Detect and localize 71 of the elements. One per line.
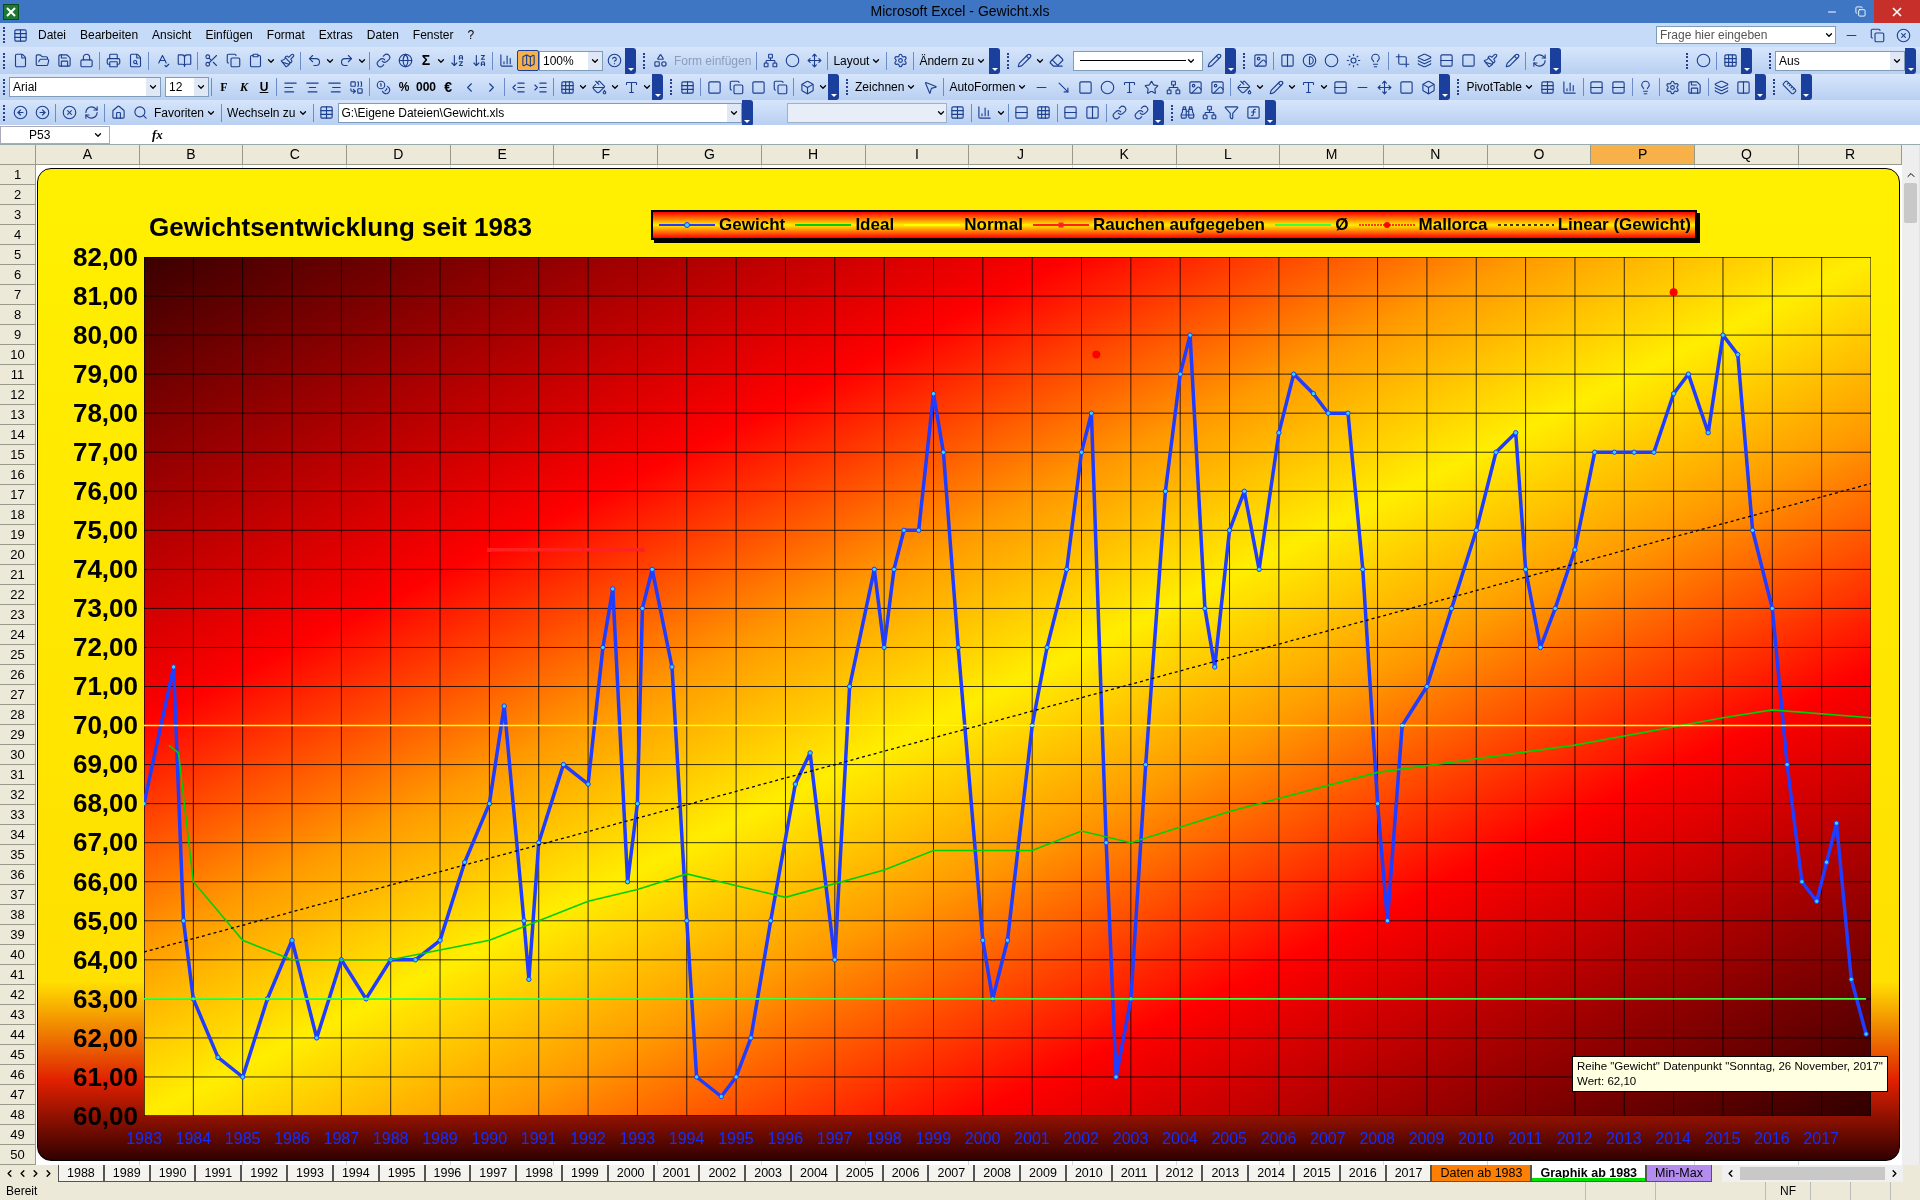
x-axis-label: 1988 bbox=[372, 1129, 409, 1149]
y-axis-label: 72,00 bbox=[72, 634, 138, 661]
x-axis-label: 1996 bbox=[767, 1129, 804, 1149]
y-axis-label: 61,00 bbox=[72, 1063, 138, 1090]
x-axis-label: 1989 bbox=[422, 1129, 458, 1149]
y-axis-label: 65,00 bbox=[72, 907, 138, 934]
y-axis-label: 66,00 bbox=[72, 868, 138, 895]
tooltip-text: Wert: 62,10 bbox=[1577, 1074, 1638, 1089]
y-axis-label: 80,00 bbox=[72, 322, 138, 349]
x-axis-label: 1995 bbox=[718, 1129, 754, 1149]
x-axis-label: 2004 bbox=[1162, 1129, 1198, 1149]
x-axis-label: 2005 bbox=[1211, 1129, 1247, 1149]
x-axis-label: 1992 bbox=[570, 1129, 606, 1149]
x-axis-label: 1990 bbox=[471, 1129, 508, 1149]
x-axis-label: 1985 bbox=[224, 1129, 261, 1149]
x-axis-label: 2017 bbox=[1803, 1129, 1839, 1149]
x-axis-label: 1987 bbox=[323, 1129, 360, 1149]
legend-label: Linear (Gewicht) bbox=[1557, 214, 1691, 237]
x-axis-label: 2000 bbox=[964, 1129, 1001, 1149]
y-axis-label: 76,00 bbox=[72, 478, 138, 505]
y-axis-label: 62,00 bbox=[72, 1024, 138, 1051]
x-axis-label: 2009 bbox=[1408, 1129, 1445, 1149]
x-axis-label: 1984 bbox=[175, 1129, 212, 1149]
x-axis-label: 2008 bbox=[1359, 1129, 1395, 1149]
legend-label: Ideal bbox=[855, 214, 895, 237]
y-axis-label: 63,00 bbox=[72, 985, 138, 1012]
x-axis-label: 2016 bbox=[1754, 1129, 1790, 1149]
y-axis-label: 75,00 bbox=[72, 517, 138, 544]
chart-title: Gewichtsentwicklung seit 1983 bbox=[148, 214, 533, 240]
y-axis-label: 74,00 bbox=[72, 556, 138, 583]
y-axis-label: 81,00 bbox=[72, 283, 138, 310]
y-axis-label: 77,00 bbox=[72, 439, 138, 466]
x-axis-label: 2015 bbox=[1704, 1129, 1741, 1149]
window-title: Microsoft Excel - Gewicht.xls bbox=[870, 2, 1050, 21]
status-text: Bereit bbox=[5, 1183, 38, 1200]
x-axis-label: 2010 bbox=[1458, 1129, 1494, 1149]
x-axis-label: 2003 bbox=[1112, 1129, 1149, 1149]
x-axis-label: 1999 bbox=[915, 1129, 952, 1149]
legend-label: Mallorca bbox=[1418, 214, 1488, 237]
y-axis-label: 60,00 bbox=[72, 1102, 138, 1129]
y-axis-label: 71,00 bbox=[72, 673, 138, 700]
x-axis-label: 1997 bbox=[816, 1129, 853, 1149]
y-axis-label: 64,00 bbox=[72, 946, 138, 973]
legend-label: Gewicht bbox=[719, 214, 786, 237]
y-axis-label: 69,00 bbox=[72, 751, 138, 778]
x-axis-label: 1998 bbox=[866, 1129, 902, 1149]
y-axis-label: 67,00 bbox=[72, 829, 138, 856]
legend-label: Ø bbox=[1335, 214, 1349, 237]
y-axis-label: 82,00 bbox=[72, 244, 138, 270]
x-axis-label: 2006 bbox=[1260, 1129, 1297, 1149]
x-axis-label: 2014 bbox=[1655, 1129, 1691, 1149]
status-indicator: NF bbox=[1765, 1182, 1810, 1200]
legend-label: Normal bbox=[964, 214, 1023, 237]
x-axis-label: 1994 bbox=[668, 1129, 705, 1149]
x-axis-label: 1986 bbox=[274, 1129, 310, 1149]
x-axis-label: 2011 bbox=[1507, 1129, 1543, 1149]
tooltip-text: Reihe "Gewicht" Datenpunkt "Sonntag, 26 November, 2017" bbox=[1577, 1059, 1883, 1074]
x-axis-label: 2002 bbox=[1063, 1129, 1099, 1149]
y-axis-label: 70,00 bbox=[72, 712, 138, 739]
x-axis-label: 2001 bbox=[1014, 1129, 1050, 1149]
x-axis-label: 2007 bbox=[1310, 1129, 1346, 1149]
x-axis-label: 1983 bbox=[126, 1129, 162, 1149]
legend-label: Rauchen aufgegeben bbox=[1093, 214, 1265, 237]
x-axis-label: 2013 bbox=[1606, 1129, 1642, 1149]
x-axis-label: 1993 bbox=[619, 1129, 656, 1149]
x-axis-label: 1991 bbox=[520, 1129, 557, 1149]
y-axis-label: 79,00 bbox=[72, 361, 138, 388]
y-axis-label: 73,00 bbox=[72, 595, 138, 622]
x-axis-label: 2012 bbox=[1556, 1129, 1593, 1149]
y-axis-label: 68,00 bbox=[72, 790, 138, 817]
y-axis-label: 78,00 bbox=[72, 400, 138, 427]
